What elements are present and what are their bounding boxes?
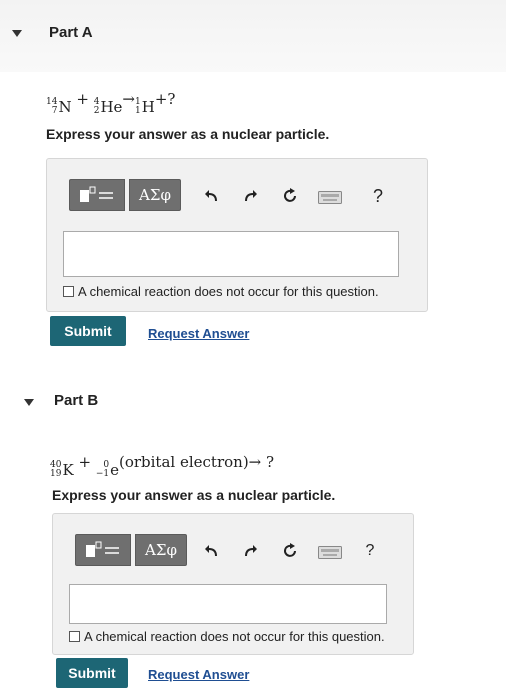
greek-symbols-button[interactable]: ΑΣφ [129,179,181,211]
template-icon [86,541,119,557]
part-b-equation: 40 19 K + 0 −1 e (orbital electron)→ ? [50,453,275,480]
help-icon[interactable]: ? [367,185,389,207]
no-reaction-checkbox[interactable] [69,631,80,642]
help-icon[interactable]: ? [359,540,381,562]
part-a-title: Part A [49,24,93,41]
part-b-no-reaction-option[interactable]: A chemical reaction does not occur for t… [69,629,385,644]
part-a-request-answer-link[interactable]: Request Answer [148,326,249,341]
redo-icon[interactable] [239,185,261,207]
part-a-submit-button[interactable]: Submit [50,316,126,346]
no-reaction-checkbox[interactable] [63,286,74,297]
part-a-no-reaction-option[interactable]: A chemical reaction does not occur for t… [63,284,379,299]
greek-symbols-button[interactable]: ΑΣφ [135,534,187,566]
helium-nuclide: 42 He [93,97,123,117]
part-b-toolbar: ΑΣφ [75,534,187,566]
part-b-title: Part B [54,392,99,409]
keyboard-icon[interactable] [317,187,343,207]
part-b-submit-button[interactable]: Submit [56,658,128,688]
keyboard-icon[interactable] [317,542,343,562]
template-button[interactable] [69,179,125,211]
undo-icon[interactable] [201,540,223,562]
part-b-answer-input[interactable] [69,584,387,624]
no-reaction-label: A chemical reaction does not occur for t… [84,629,385,644]
part-a-instruction: Express your answer as a nuclear particl… [46,126,330,142]
part-a-answer-input[interactable] [63,231,399,277]
part-b-answer-panel: ΑΣφ ? A chemical reaction does not occur… [52,513,414,655]
reset-icon[interactable] [279,540,301,562]
part-b-request-answer-link[interactable]: Request Answer [148,667,249,682]
nitrogen-nuclide: 14 7 N [46,97,72,117]
potassium-nuclide: 40 19 K [50,460,74,480]
redo-icon[interactable] [239,540,261,562]
part-a-caret-down-icon[interactable] [12,30,22,37]
template-icon [80,186,113,202]
part-b-instruction: Express your answer as a nuclear particl… [52,487,336,503]
part-a-toolbar: ΑΣφ [69,179,181,211]
part-b-caret-down-icon[interactable] [24,399,34,406]
undo-icon[interactable] [201,185,223,207]
no-reaction-label: A chemical reaction does not occur for t… [78,284,379,299]
part-a-equation: 14 7 N + 42 He → 11 H +? [46,90,176,117]
reset-icon[interactable] [279,185,301,207]
hydrogen-nuclide: 11 H [135,97,155,117]
electron-particle: 0 −1 e [95,460,119,480]
template-button[interactable] [75,534,131,566]
part-a-answer-panel: ΑΣφ ? A chemical reaction does not occur… [46,158,428,312]
